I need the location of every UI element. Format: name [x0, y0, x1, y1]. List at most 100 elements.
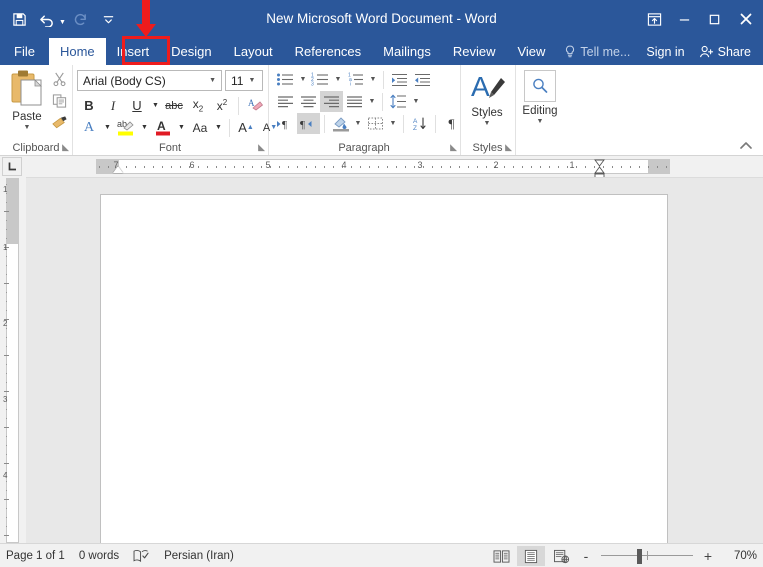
- ruler-tick: [657, 166, 658, 168]
- ruler-tick: [423, 166, 424, 168]
- proofing-errors-icon[interactable]: [133, 549, 150, 563]
- tell-me-box[interactable]: Tell me...: [556, 45, 638, 59]
- vertical-ruler-tick: [4, 463, 9, 464]
- tab-insert[interactable]: Insert: [106, 38, 161, 65]
- zoom-slider-handle[interactable]: [637, 549, 642, 564]
- tab-file[interactable]: File: [0, 38, 49, 65]
- close-icon[interactable]: [729, 0, 763, 38]
- read-mode-icon[interactable]: [487, 546, 515, 566]
- collapse-ribbon-icon[interactable]: [737, 137, 755, 153]
- restore-icon[interactable]: [699, 0, 729, 38]
- paragraph-separator-1: [383, 70, 384, 89]
- decrease-indent-icon[interactable]: [388, 69, 411, 90]
- multilevel-list-icon[interactable]: 1 a i: [344, 69, 367, 90]
- clipboard-dialog-launcher-icon[interactable]: ◣: [62, 142, 69, 153]
- borders-dropdown-icon[interactable]: ▼: [387, 113, 399, 134]
- strikethrough-button[interactable]: abc: [162, 95, 186, 116]
- tab-stop-selector[interactable]: [2, 157, 22, 176]
- multilevel-list-dropdown-icon[interactable]: ▼: [367, 69, 379, 90]
- justify-icon[interactable]: [343, 91, 366, 112]
- language-label[interactable]: Persian (Iran): [164, 550, 234, 562]
- superscript-button[interactable]: x2: [210, 95, 234, 116]
- tab-mailings[interactable]: Mailings: [372, 38, 442, 65]
- tab-layout[interactable]: Layout: [223, 38, 284, 65]
- change-case-button[interactable]: Aa: [188, 117, 212, 138]
- font-name-dropdown-icon[interactable]: ▼: [204, 77, 221, 84]
- web-layout-icon[interactable]: [547, 546, 575, 566]
- zoom-percent-label[interactable]: 70%: [723, 550, 757, 562]
- page-count-label[interactable]: Page 1 of 1: [6, 550, 65, 562]
- paragraph-dialog-launcher-icon[interactable]: ◣: [450, 142, 457, 153]
- center-icon[interactable]: [297, 91, 320, 112]
- ruler-tick: [369, 166, 370, 168]
- first-line-indent-marker[interactable]: [113, 166, 123, 173]
- font-color-dropdown-icon[interactable]: ▼: [175, 117, 188, 138]
- editing-dropdown-icon[interactable]: ▼: [537, 118, 544, 125]
- borders-icon[interactable]: [364, 113, 387, 134]
- ruler-tick: [459, 166, 460, 168]
- word-count-label[interactable]: 0 words: [79, 550, 119, 562]
- paste-button[interactable]: Paste ▼: [5, 69, 49, 135]
- shading-icon[interactable]: [329, 113, 352, 134]
- tab-design[interactable]: Design: [160, 38, 222, 65]
- ruler-tick: [486, 166, 487, 168]
- underline-button[interactable]: U: [125, 95, 149, 116]
- horizontal-ruler[interactable]: 1234567: [0, 156, 763, 177]
- document-page[interactable]: [100, 194, 668, 544]
- font-size-combobox[interactable]: 11 ▼: [225, 70, 263, 91]
- align-right-icon[interactable]: [320, 91, 343, 112]
- ribbon-options-icon[interactable]: [639, 0, 669, 38]
- text-effects-dropdown-icon[interactable]: ▼: [101, 117, 114, 138]
- clear-formatting-icon[interactable]: A: [243, 95, 267, 116]
- paste-dropdown-icon[interactable]: ▼: [24, 124, 31, 131]
- line-spacing-dropdown-icon[interactable]: ▼: [410, 91, 422, 112]
- ruler-tick: [648, 166, 649, 168]
- font-size-dropdown-icon[interactable]: ▼: [243, 77, 260, 84]
- clipboard-side-buttons: [48, 69, 70, 133]
- underline-dropdown-icon[interactable]: ▼: [149, 95, 162, 116]
- zoom-in-button[interactable]: +: [699, 546, 717, 566]
- styles-dropdown-icon[interactable]: ▼: [484, 120, 491, 127]
- increase-indent-icon[interactable]: [411, 69, 434, 90]
- bullets-icon[interactable]: [274, 69, 297, 90]
- ltr-text-direction-icon[interactable]: ¶: [274, 113, 297, 134]
- font-dialog-launcher-icon[interactable]: ◣: [258, 142, 265, 153]
- print-layout-icon[interactable]: [517, 546, 545, 566]
- bullets-dropdown-icon[interactable]: ▼: [297, 69, 309, 90]
- bold-button[interactable]: B: [77, 95, 101, 116]
- zoom-slider[interactable]: [601, 546, 693, 566]
- minimize-icon[interactable]: [669, 0, 699, 38]
- sort-icon[interactable]: A Z: [408, 113, 431, 134]
- shading-dropdown-icon[interactable]: ▼: [352, 113, 364, 134]
- grow-font-icon[interactable]: A ▲: [234, 117, 258, 138]
- tab-view[interactable]: View: [506, 38, 556, 65]
- text-effects-icon[interactable]: A: [77, 117, 101, 138]
- italic-button[interactable]: I: [101, 95, 125, 116]
- tab-home[interactable]: Home: [48, 38, 106, 65]
- align-left-icon[interactable]: [274, 91, 297, 112]
- copy-icon[interactable]: [48, 91, 70, 111]
- line-spacing-icon[interactable]: [387, 91, 410, 112]
- editing-button[interactable]: Editing ▼: [521, 70, 559, 140]
- sign-in-button[interactable]: Sign in: [638, 45, 692, 59]
- subscript-button[interactable]: x2: [186, 95, 210, 116]
- rtl-text-direction-icon[interactable]: ¶: [297, 113, 320, 134]
- text-highlight-color-icon[interactable]: ab: [114, 117, 138, 138]
- zoom-out-button[interactable]: -: [577, 546, 595, 566]
- styles-dialog-launcher-icon[interactable]: ◣: [505, 142, 512, 153]
- tab-references[interactable]: References: [284, 38, 372, 65]
- format-painter-icon[interactable]: [48, 113, 70, 133]
- numbering-icon[interactable]: 1 2 3: [309, 69, 332, 90]
- numbering-dropdown-icon[interactable]: ▼: [332, 69, 344, 90]
- styles-button[interactable]: A Styles ▼: [464, 70, 510, 134]
- alignment-dropdown-icon[interactable]: ▼: [366, 91, 378, 112]
- cut-icon[interactable]: [48, 69, 70, 89]
- font-name-combobox[interactable]: Arial (Body CS) ▼: [77, 70, 222, 91]
- text-highlight-dropdown-icon[interactable]: ▼: [138, 117, 151, 138]
- change-case-dropdown-icon[interactable]: ▼: [212, 117, 225, 138]
- tab-review[interactable]: Review: [442, 38, 507, 65]
- font-color-icon[interactable]: A: [151, 117, 175, 138]
- share-button[interactable]: Share: [693, 45, 761, 59]
- font-separator: [238, 96, 239, 115]
- svg-text:3: 3: [311, 82, 314, 88]
